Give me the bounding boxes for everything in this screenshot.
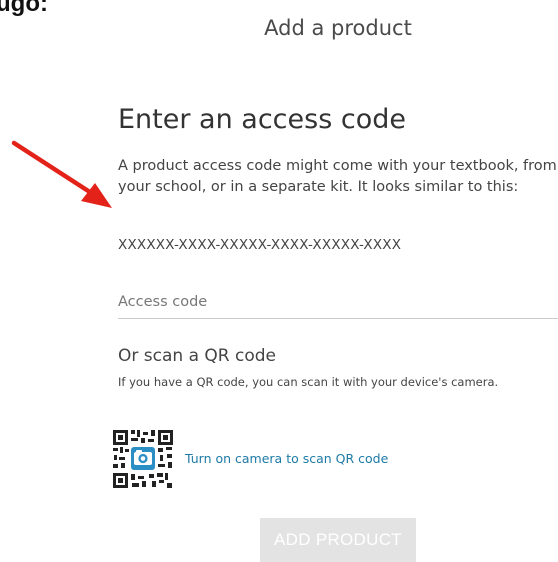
access-code-heading: Enter an access code [118,104,406,135]
turn-on-camera-link[interactable]: Turn on camera to scan QR code [185,451,388,466]
add-product-button[interactable]: ADD PRODUCT [260,518,416,562]
access-code-input[interactable] [118,286,558,319]
example-code: XXXXXX-XXXX-XXXXX-XXXX-XXXXX-XXXX [118,237,402,253]
qr-hint: If you have a QR code, you can scan it w… [118,375,499,389]
access-code-description: A product access code might come with yo… [118,158,557,195]
qr-camera-icon[interactable] [112,429,174,489]
qr-heading: Or scan a QR code [118,346,276,366]
